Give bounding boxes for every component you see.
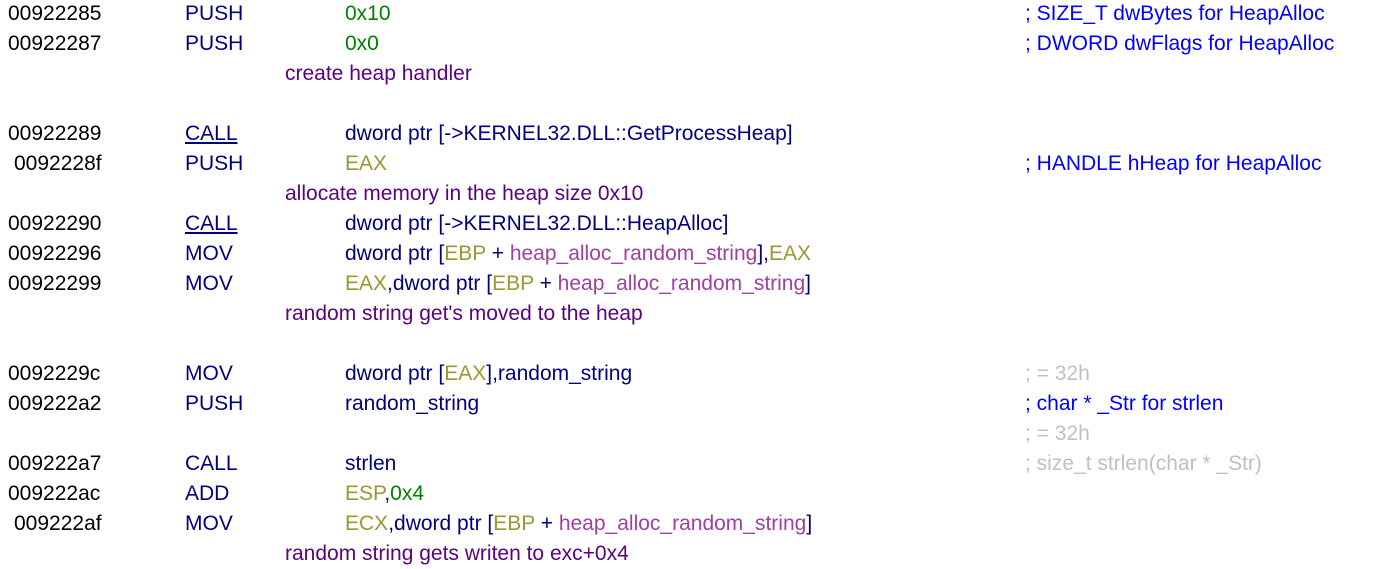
operand-text: ,dword ptr [ [387, 272, 493, 295]
operand-register[interactable]: ECX [345, 512, 388, 535]
operand-text: ] [806, 512, 813, 535]
instruction-address[interactable]: 00922285 [8, 0, 101, 29]
operand-register[interactable]: EAX [345, 272, 387, 295]
instruction-mnemonic[interactable]: PUSH [185, 29, 243, 59]
instruction-mnemonic[interactable]: ADD [185, 479, 229, 509]
plate-comment[interactable]: random string gets writen to exc+0x4 [285, 539, 629, 569]
instruction-row[interactable]: 00922289 CALL dword ptr [->KERNEL32.DLL::G… [0, 119, 1394, 149]
instruction-mnemonic[interactable]: MOV [185, 239, 233, 269]
instruction-operands[interactable]: random_string [345, 389, 479, 419]
operand-number[interactable]: 0x10 [345, 2, 391, 25]
eol-comment[interactable]: ; size_t strlen(char * _Str) [1025, 449, 1262, 479]
operand-text: ],random_string [486, 362, 633, 385]
instruction-operands[interactable]: ESP,0x4 [345, 479, 424, 509]
operand-register[interactable]: EBP [444, 242, 486, 265]
operand-text: dword ptr [->KERNEL32.DLL::HeapAlloc] [345, 212, 729, 235]
instruction-mnemonic[interactable]: MOV [185, 359, 233, 389]
operand-text: + [534, 512, 559, 535]
eol-comment[interactable]: ; char * _Str for strlen [1025, 389, 1223, 419]
instruction-address[interactable]: 0092229c [8, 359, 100, 389]
instruction-mnemonic[interactable]: CALL [185, 209, 238, 239]
plate-comment-line: random string gets writen to exc+0x4 [0, 539, 1394, 569]
instruction-operands[interactable]: EAX [345, 149, 387, 179]
instruction-mnemonic[interactable]: MOV [185, 509, 233, 539]
instruction-operands[interactable]: 0x0 [345, 29, 379, 59]
operand-text: random_string [345, 392, 480, 415]
instruction-operands[interactable]: dword ptr [->KERNEL32.DLL::HeapAlloc] [345, 209, 728, 239]
instruction-address[interactable]: 009222a7 [8, 449, 101, 479]
instruction-address[interactable]: 00922299 [8, 269, 101, 299]
instruction-operands[interactable]: dword ptr [->KERNEL32.DLL::GetProcessHea… [345, 119, 793, 149]
instruction-operands[interactable]: dword ptr [EAX],random_string [345, 359, 632, 389]
eol-comment[interactable]: ; = 32h [1025, 419, 1090, 449]
operand-register[interactable]: ESP [345, 482, 384, 505]
instruction-address[interactable]: 00922290 [8, 209, 101, 239]
disassembly-listing: 00922285 PUSH 0x10 ; SIZE_T dwBytes for Hea… [0, 0, 1394, 568]
operand-register[interactable]: EBP [492, 272, 534, 295]
instruction-row[interactable]: 009222a7 CALL strlen ; size_t strlen(char *… [0, 449, 1394, 479]
instruction-mnemonic[interactable]: CALL [185, 119, 238, 149]
instruction-row[interactable]: 009222ac ADD ESP,0x4 [0, 479, 1394, 509]
operand-text: ] [805, 272, 812, 295]
instruction-row[interactable]: 009222a2 PUSH random_string ; char * _Str f… [0, 389, 1394, 419]
instruction-row[interactable]: 00922296 MOV dword ptr [EBP + heap_alloc_r… [0, 239, 1394, 269]
instruction-operands[interactable]: strlen [345, 449, 396, 479]
comment-line: ; = 32h [0, 419, 1394, 449]
instruction-operands[interactable]: dword ptr [EBP + heap_alloc_random_strin… [345, 239, 811, 269]
operand-text: strlen [345, 452, 397, 475]
operand-text: + [485, 242, 510, 265]
plate-comment-line: create heap handler [0, 59, 1394, 89]
operand-text: dword ptr [ [345, 362, 445, 385]
operand-register[interactable]: EAX [769, 242, 811, 265]
instruction-row[interactable]: 00922290 CALL dword ptr [->KERNEL32.DLL::H… [0, 209, 1394, 239]
instruction-mnemonic[interactable]: PUSH [185, 389, 243, 419]
instruction-address[interactable]: 00922289 [8, 119, 101, 149]
operand-text: + [533, 272, 558, 295]
instruction-row[interactable]: 0092229c MOV dword ptr [EAX],random_string… [0, 359, 1394, 389]
instruction-address[interactable]: 009222a2 [8, 389, 101, 419]
plate-comment[interactable]: allocate memory in the heap size 0x10 [285, 179, 643, 209]
instruction-address[interactable]: 009222af [14, 509, 102, 539]
instruction-row[interactable]: 00922299 MOV EAX,dword ptr [EBP + heap_all… [0, 269, 1394, 299]
instruction-row[interactable]: 00922287 PUSH 0x0 ; DWORD dwFlags for HeapA… [0, 29, 1394, 59]
operand-text: ], [757, 242, 769, 265]
eol-comment[interactable]: ; SIZE_T dwBytes for HeapAlloc [1025, 0, 1325, 29]
instruction-operands[interactable]: EAX,dword ptr [EBP + heap_alloc_random_s… [345, 269, 811, 299]
operand-variable[interactable]: heap_alloc_random_string [558, 272, 806, 295]
plate-comment-line: random string get's moved to the heap [0, 299, 1394, 329]
eol-comment[interactable]: ; HANDLE hHeap for HeapAlloc [1025, 149, 1321, 179]
instruction-address[interactable]: 0092228f [14, 149, 102, 179]
instruction-mnemonic[interactable]: MOV [185, 269, 233, 299]
operand-register[interactable]: EAX [345, 152, 387, 175]
plate-comment[interactable]: create heap handler [285, 59, 472, 89]
operand-text: dword ptr [ [345, 242, 445, 265]
eol-comment[interactable]: ; DWORD dwFlags for HeapAlloc [1025, 29, 1334, 59]
instruction-operands[interactable]: 0x10 [345, 0, 391, 29]
instruction-row[interactable]: 009222af MOV ECX,dword ptr [EBP + heap_all… [0, 509, 1394, 539]
instruction-address[interactable]: 00922287 [8, 29, 101, 59]
operand-variable[interactable]: heap_alloc_random_string [559, 512, 807, 535]
operand-register[interactable]: EAX [444, 362, 486, 385]
instruction-mnemonic[interactable]: PUSH [185, 149, 243, 179]
instruction-mnemonic[interactable]: CALL [185, 449, 238, 479]
operand-register[interactable]: EBP [493, 512, 535, 535]
instruction-row[interactable]: 00922285 PUSH 0x10 ; SIZE_T dwBytes for Hea… [0, 0, 1394, 29]
operand-text: dword ptr [->KERNEL32.DLL::GetProcessHea… [345, 122, 793, 145]
plate-comment[interactable]: random string get's moved to the heap [285, 299, 643, 329]
instruction-address[interactable]: 00922296 [8, 239, 101, 269]
instruction-operands[interactable]: ECX,dword ptr [EBP + heap_alloc_random_s… [345, 509, 812, 539]
operand-number[interactable]: 0x4 [390, 482, 424, 505]
instruction-mnemonic[interactable]: PUSH [185, 0, 243, 29]
eol-comment[interactable]: ; = 32h [1025, 359, 1090, 389]
operand-number[interactable]: 0x0 [345, 32, 379, 55]
operand-variable[interactable]: heap_alloc_random_string [510, 242, 758, 265]
operand-text: ,dword ptr [ [388, 512, 494, 535]
instruction-row[interactable]: 0092228f PUSH EAX ; HANDLE hHeap for HeapAl… [0, 149, 1394, 179]
instruction-address[interactable]: 009222ac [8, 479, 100, 509]
plate-comment-line: allocate memory in the heap size 0x10 [0, 179, 1394, 209]
